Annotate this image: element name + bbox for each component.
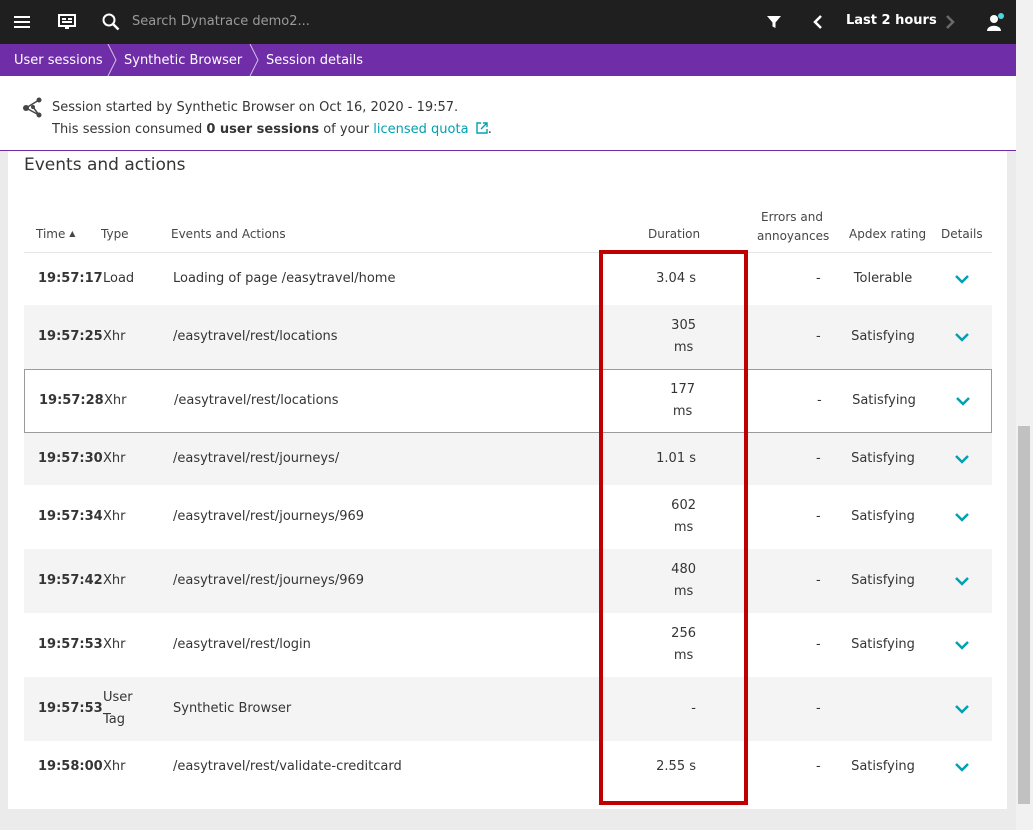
row-action-name[interactable]: /easytravel/rest/validate-creditcard	[173, 758, 402, 776]
row-type: Xhr	[103, 759, 126, 774]
table-row[interactable]: 19:57:42 Xhr/easytravel/rest/journeys/969…	[24, 549, 992, 613]
chevron-down-icon[interactable]	[954, 509, 970, 525]
row-type-line1: User	[103, 690, 133, 705]
row-type-line2: Tag	[103, 712, 126, 727]
row-type: Load	[103, 271, 135, 286]
chevron-down-icon[interactable]	[954, 451, 970, 467]
table-row[interactable]: 19:57:53 Xhr/easytravel/rest/login 256 ms - S…	[24, 613, 992, 677]
breadcrumb: User sessions Synthetic Browser Session …	[0, 44, 1016, 76]
time-header-label: Time	[36, 227, 66, 241]
row-errors: -	[816, 701, 821, 716]
licensed-quota-link[interactable]: licensed quota	[373, 122, 468, 137]
chevron-down-icon[interactable]	[954, 329, 970, 345]
column-header-apdex[interactable]: Apdex rating	[849, 227, 926, 241]
row-errors: -	[816, 637, 821, 652]
section-title: Events and actions	[24, 155, 186, 175]
row-errors: -	[816, 573, 821, 588]
breadcrumb-separator-icon	[249, 44, 259, 76]
row-type: Xhr	[103, 637, 126, 652]
column-header-events[interactable]: Events and Actions	[171, 227, 286, 241]
top-bar: Search Dynatrace demo2... Last 2 hours	[0, 0, 1033, 44]
column-header-duration[interactable]: Duration	[648, 227, 700, 241]
table-row[interactable]: 19:57:53 User Tag Synthetic Browser - -	[24, 677, 992, 741]
row-errors: -	[816, 509, 821, 524]
external-link-icon[interactable]	[475, 122, 488, 134]
breadcrumb-session-details: Session details	[266, 52, 364, 68]
row-type: Xhr	[103, 509, 126, 524]
session-quota-text: This session consumed 0 user sessions of…	[52, 122, 492, 137]
quota-mid: of your	[319, 122, 374, 137]
row-action-name[interactable]: /easytravel/rest/journeys/969	[173, 508, 364, 526]
breadcrumb-synthetic-browser[interactable]: Synthetic Browser	[124, 44, 242, 76]
column-header-details: Details	[941, 227, 983, 241]
chevron-down-icon[interactable]	[954, 759, 970, 775]
row-action-name[interactable]: /easytravel/rest/locations	[174, 392, 339, 410]
dashboard-icon[interactable]	[56, 0, 78, 44]
column-header-errors[interactable]: Errors and annoyances	[757, 208, 830, 246]
chevron-down-icon[interactable]	[954, 701, 970, 717]
session-info: Session started by Synthetic Browser on …	[0, 76, 1016, 151]
row-type: Xhr	[103, 451, 126, 466]
row-time: 19:57:25	[38, 329, 103, 344]
search-icon[interactable]	[100, 0, 122, 44]
menu-icon[interactable]	[12, 0, 32, 44]
row-time: 19:57:28	[39, 393, 104, 408]
scrollbar[interactable]	[1016, 0, 1033, 830]
row-action-name[interactable]: /easytravel/rest/journeys/	[173, 450, 339, 468]
sort-ascending-icon: ▲	[69, 229, 76, 238]
timeframe-selector[interactable]: Last 2 hours	[846, 13, 937, 28]
quota-end: .	[487, 122, 492, 137]
table-row[interactable]: 19:58:00 Xhr/easytravel/rest/validate-cre…	[24, 741, 992, 793]
table-row[interactable]: 19:57:28 Xhr/easytravel/rest/locations 177…	[24, 369, 992, 433]
quota-prefix: This session consumed	[52, 122, 207, 137]
row-errors: -	[816, 329, 821, 344]
scrollbar-thumb[interactable]	[1018, 426, 1030, 804]
row-type: Xhr	[104, 393, 127, 408]
errors-header-line2: annoyances	[757, 229, 830, 243]
row-action-name[interactable]: /easytravel/rest/locations	[173, 328, 338, 346]
row-time: 19:57:17	[38, 271, 103, 286]
table-row[interactable]: 19:57:25 Xhr/easytravel/rest/locations 305…	[24, 305, 992, 369]
chevron-down-icon[interactable]	[954, 271, 970, 287]
synthetic-icon	[23, 97, 42, 118]
table-row[interactable]: 19:57:30 Xhr/easytravel/rest/journeys/1.0…	[24, 433, 992, 485]
row-errors: -	[817, 393, 822, 408]
row-time: 19:57:34	[38, 509, 103, 524]
row-action-name[interactable]: /easytravel/rest/journeys/969	[173, 572, 364, 590]
chevron-left-icon[interactable]	[808, 0, 828, 44]
row-errors: -	[816, 271, 821, 286]
duration-highlight-box	[599, 250, 748, 805]
breadcrumb-separator-icon	[107, 44, 117, 76]
filter-icon[interactable]	[764, 0, 784, 44]
row-action-name[interactable]: Synthetic Browser	[173, 700, 291, 718]
row-time: 19:57:42	[38, 573, 103, 588]
row-errors: -	[816, 759, 821, 774]
table-row[interactable]: 19:57:17 Load Loading of page /easytravel/…	[24, 253, 992, 305]
row-time: 19:57:53	[38, 701, 103, 716]
row-action-name[interactable]: /easytravel/rest/login	[173, 636, 311, 654]
column-header-type[interactable]: Type	[101, 227, 129, 241]
row-type: Xhr	[103, 573, 126, 588]
row-type: Xhr	[103, 329, 126, 344]
user-icon[interactable]	[984, 0, 1006, 44]
breadcrumb-user-sessions[interactable]: User sessions	[14, 44, 103, 76]
row-time: 19:57:53	[38, 637, 103, 652]
row-time: 19:57:30	[38, 451, 103, 466]
chevron-down-icon[interactable]	[954, 637, 970, 653]
chevron-down-icon[interactable]	[954, 573, 970, 589]
search-input[interactable]: Search Dynatrace demo2...	[132, 14, 310, 29]
row-errors: -	[816, 451, 821, 466]
row-action-name[interactable]: Loading of page /easytravel/home	[173, 270, 395, 288]
session-started-text: Session started by Synthetic Browser on …	[52, 100, 459, 115]
chevron-right-icon[interactable]	[940, 0, 960, 44]
errors-header-line1: Errors and	[761, 210, 823, 224]
row-type: User Tag	[103, 687, 133, 731]
quota-count: 0 user sessions	[206, 122, 320, 137]
row-time: 19:58:00	[38, 759, 103, 774]
column-header-time[interactable]: Time ▲	[36, 227, 75, 241]
chevron-down-icon[interactable]	[955, 393, 971, 409]
table-row[interactable]: 19:57:34 Xhr/easytravel/rest/journeys/969…	[24, 485, 992, 549]
